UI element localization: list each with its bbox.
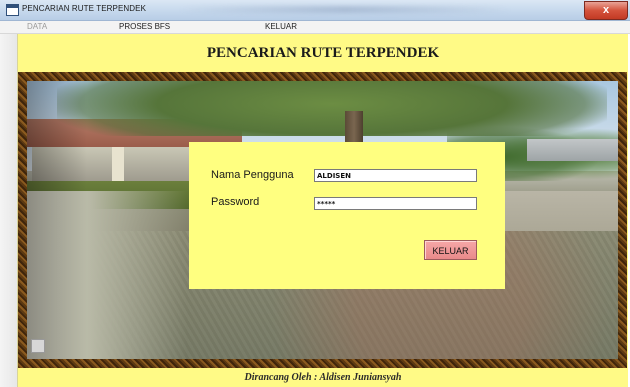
app-icon [6,4,19,16]
menu-item-proses-bfs[interactable]: PROSES BFS [119,22,170,31]
window-title: PENCARIAN RUTE TERPENDEK [22,4,147,13]
title-bar-background [180,6,510,13]
photo-tree-canopy [57,81,607,136]
menu-item-data[interactable]: DATA [27,22,47,31]
window-left-border [0,34,17,387]
app-window: PENCARIAN RUTE TERPENDEK x DATA PROSES B… [0,0,630,387]
footer-credit: Dirancang Oleh : Aldisen Juniansyah [244,372,402,383]
corner-icon [31,339,45,353]
title-bar: PENCARIAN RUTE TERPENDEK x [0,0,630,21]
page-title: PENCARIAN RUTE TERPENDEK [206,45,440,61]
photo-pillar [112,147,124,185]
username-label: Nama Pengguna [211,169,294,181]
close-button[interactable]: x [584,1,628,20]
main-panel: PENCARIAN RUTE TERPENDEK Nama Pengguna A… [17,34,628,387]
password-label: Password [211,196,260,208]
photo-right-roof [527,139,618,161]
password-field[interactable]: ***** [314,197,477,210]
menu-bar: DATA PROSES BFS KELUAR [0,21,630,34]
username-field[interactable]: ALDISEN [314,169,477,182]
close-icon: x [602,4,610,16]
login-panel: Nama Pengguna ALDISEN Password ***** KEL… [189,142,505,289]
keluar-button[interactable]: KELUAR [424,240,477,260]
photo-shade [27,81,87,359]
menu-item-keluar[interactable]: KELUAR [265,22,297,31]
